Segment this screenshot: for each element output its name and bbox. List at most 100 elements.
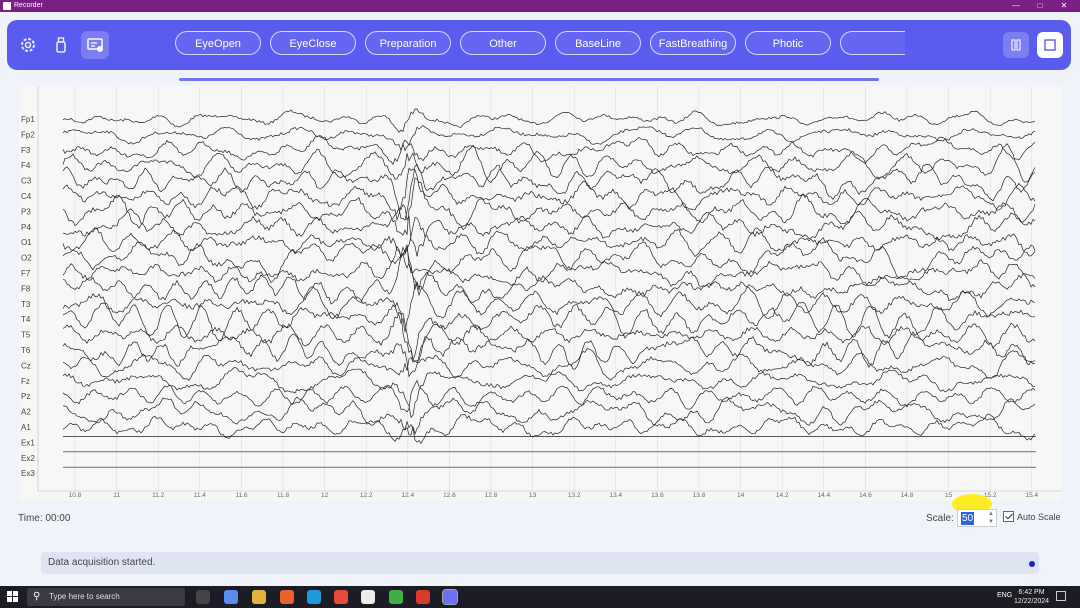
tab-fastbreathing[interactable]: FastBreathing <box>650 31 736 55</box>
channel-label: C4 <box>21 192 32 201</box>
tabs-scrollbar[interactable] <box>179 78 879 81</box>
scale-value: 50 <box>961 512 975 525</box>
taskbar: ⚲ Type here to search ENG 6:42 PM 12/22/… <box>0 586 1080 608</box>
taskbar-search-placeholder: Type here to search <box>49 592 120 601</box>
eeg-trace <box>62 244 1036 305</box>
taskbar-clock: 6:42 PM 12/22/2024 <box>1014 588 1049 606</box>
device-button[interactable] <box>47 31 75 59</box>
notifications-icon[interactable] <box>1056 591 1066 601</box>
app-icon <box>3 2 11 10</box>
chrome-icon[interactable] <box>334 590 348 604</box>
channel-label: P4 <box>21 223 31 232</box>
x-tick-label: 12.4 <box>401 492 414 499</box>
channel-label: F3 <box>21 146 31 155</box>
eeg-trace <box>62 203 1036 257</box>
channel-label: P3 <box>21 207 31 216</box>
channel-label: Fp2 <box>21 130 35 139</box>
channel-label: A1 <box>21 423 31 432</box>
task-view-icon[interactable] <box>196 590 210 604</box>
scale-label: Scale: <box>926 513 954 524</box>
x-tick-label: 15 <box>945 492 953 499</box>
tab-photic[interactable]: Photic <box>745 31 831 55</box>
recorder-taskbar-icon[interactable] <box>442 589 458 605</box>
channel-label: Ex3 <box>21 469 35 478</box>
windows-start-icon[interactable] <box>7 591 18 602</box>
stop-button[interactable] <box>1037 32 1063 58</box>
taskbar-search[interactable]: ⚲ Type here to search <box>27 588 185 606</box>
window-titlebar: Recorder — □ ✕ <box>0 0 1080 12</box>
eeg-trace <box>62 283 1036 333</box>
scale-up-icon[interactable]: ▲ <box>988 511 994 518</box>
firefox-icon[interactable] <box>280 590 294 604</box>
x-tick-label: 14.2 <box>776 492 789 499</box>
channel-label: F8 <box>21 284 31 293</box>
status-bar: Data acquisition started. <box>41 552 1039 574</box>
x-tick-label: 13.8 <box>693 492 706 499</box>
channel-label: Pz <box>21 392 30 401</box>
gear-icon <box>21 38 35 52</box>
copilot-icon[interactable] <box>224 590 238 604</box>
window-title: Recorder <box>14 2 43 9</box>
auto-scale-label: Auto Scale <box>1017 511 1061 522</box>
pause-icon <box>1011 39 1021 51</box>
eeg-trace <box>62 167 1036 222</box>
channel-label: F7 <box>21 269 31 278</box>
tab-baseline[interactable]: BaseLine <box>555 31 641 55</box>
eeg-trace <box>62 177 1036 236</box>
time-readout: Time: 00:00 <box>18 513 71 524</box>
tab-more[interactable] <box>840 31 905 55</box>
eeg-trace <box>62 236 1036 297</box>
tab-other[interactable]: Other <box>460 31 546 55</box>
x-tick-label: 13.4 <box>609 492 622 499</box>
eeg-trace <box>62 396 1036 436</box>
event-tabs: EyeOpen EyeClose Preparation Other BaseL… <box>175 31 905 59</box>
app-icon-red[interactable] <box>416 590 430 604</box>
tab-preparation[interactable]: Preparation <box>365 31 451 55</box>
status-indicator <box>1029 561 1035 567</box>
auto-scale-toggle[interactable]: Auto Scale <box>1003 511 1061 523</box>
channel-label: F4 <box>21 161 31 170</box>
channel-label: T5 <box>21 331 31 340</box>
eeg-trace <box>62 301 1036 362</box>
x-tick-label: 14 <box>737 492 745 499</box>
app-icon-green[interactable] <box>389 590 403 604</box>
channel-label: C3 <box>21 177 32 186</box>
app-icon-white[interactable] <box>361 590 375 604</box>
search-icon: ⚲ <box>33 591 41 602</box>
scale-down-icon[interactable]: ▼ <box>988 519 994 526</box>
channel-label: O2 <box>21 254 32 263</box>
channel-label: T4 <box>21 315 31 324</box>
tab-eyeopen[interactable]: EyeOpen <box>175 31 261 55</box>
x-tick-label: 15.4 <box>1025 492 1038 499</box>
monitor-check-icon <box>87 38 103 52</box>
x-tick-label: 11.2 <box>152 492 165 499</box>
scale-input[interactable]: 50 ▲ ▼ <box>957 509 997 527</box>
top-toolbar: EyeOpen EyeClose Preparation Other BaseL… <box>7 20 1071 81</box>
eeg-plot[interactable]: 10.8 11 11.2 11.4 11.6 11.8 12 12.2 12.4 12.6 12.8… <box>19 86 1062 501</box>
auto-scale-checkbox[interactable] <box>1003 511 1014 523</box>
channel-label: A2 <box>21 408 31 417</box>
eeg-trace <box>62 135 1036 166</box>
channel-label: Fz <box>21 377 30 386</box>
x-tick-label: 12.6 <box>443 492 456 499</box>
clock-date: 12/22/2024 <box>1014 598 1050 605</box>
edge-icon[interactable] <box>307 590 321 604</box>
eeg-trace <box>62 245 1036 289</box>
x-tick-label: 10.8 <box>69 492 82 499</box>
monitor-button[interactable] <box>81 31 109 59</box>
x-tick-label: 12 <box>321 492 329 499</box>
settings-button[interactable] <box>14 31 42 59</box>
channel-label: T3 <box>21 300 31 309</box>
x-tick-label: 12.2 <box>360 492 373 499</box>
close-button[interactable]: ✕ <box>1052 0 1076 12</box>
minimize-button[interactable]: — <box>1004 0 1028 12</box>
pause-button[interactable] <box>1003 32 1029 58</box>
x-tick-label: 11 <box>113 492 120 499</box>
channel-label: Fp1 <box>21 115 35 124</box>
tab-eyeclose[interactable]: EyeClose <box>270 31 356 55</box>
x-tick-label: 13.2 <box>568 492 581 499</box>
file-explorer-icon[interactable] <box>252 590 266 604</box>
maximize-button[interactable]: □ <box>1028 0 1052 12</box>
channel-label: Cz <box>21 361 31 370</box>
clock-time: 6:42 PM <box>1018 589 1045 596</box>
